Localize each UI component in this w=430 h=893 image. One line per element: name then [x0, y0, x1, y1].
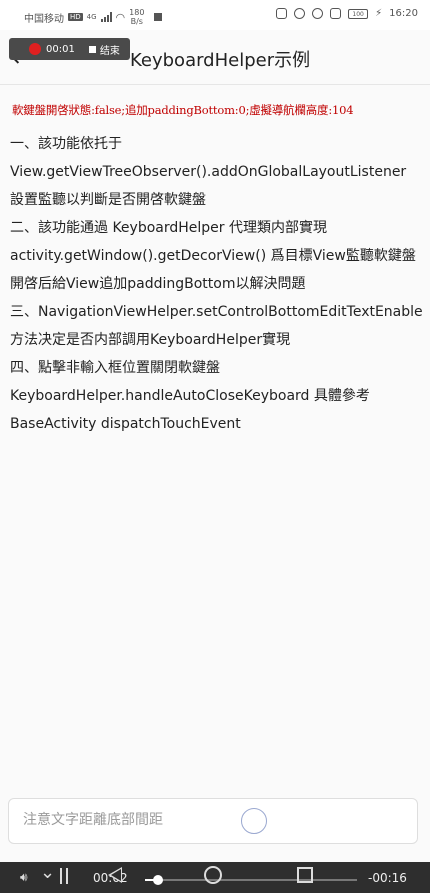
mute-icon: [330, 8, 342, 19]
keyboard-status-text: 軟鍵盤開啓狀態:false;追加paddingBottom:0;虛擬導航欄高度:…: [12, 103, 354, 117]
record-dot-icon: [29, 43, 41, 55]
description-line: 二、該功能通過 KeyboardHelper 代理類内部實現 activity.…: [10, 220, 416, 292]
signal-icon: [100, 12, 112, 22]
carrier-label: 中国移动: [24, 13, 64, 25]
navigation-bar: 🔊︎ ⌄ 00:02 -00:16: [0, 862, 430, 893]
back-nav-icon[interactable]: [108, 867, 122, 883]
status-bar: 中国移动 HD 4G ◠ 180 B/s 100 ⚡ 16:20: [0, 0, 430, 30]
nfc-icon: [276, 8, 288, 19]
charging-icon: ⚡: [375, 8, 383, 19]
volume-icon[interactable]: 🔊︎: [20, 870, 28, 885]
description-line: View.getViewTreeObserver().addOnGlobalLa…: [10, 164, 407, 208]
speed-unit: B/s: [130, 17, 143, 26]
alarm-icon: [312, 8, 324, 19]
page-title: KeyboardHelper示例: [130, 50, 311, 71]
hd-badge: HD: [68, 13, 83, 21]
recorder-elapsed: 00:01: [46, 43, 75, 55]
wifi-icon: ◠: [115, 10, 126, 24]
clock-label: 16:20: [389, 8, 418, 19]
recents-icon[interactable]: [297, 867, 313, 883]
progress-knob[interactable]: [152, 875, 163, 885]
description-line: KeyboardHelper.handleAutoCloseKeyboard 具…: [10, 388, 370, 432]
pause-icon[interactable]: [60, 868, 68, 884]
notification-icon: [154, 13, 163, 21]
bottom-edit-text[interactable]: [21, 811, 325, 829]
vibrate-icon: [294, 8, 306, 19]
remaining-time: -00:16: [368, 871, 407, 885]
screen-recorder-overlay[interactable]: 00:01 结束: [9, 38, 130, 60]
network-speed: 180 B/s: [129, 8, 144, 26]
description-line: 三、NavigationViewHelper.setControlBottomE…: [10, 304, 423, 348]
toolbar: ← 00:01 结束 KeyboardHelper示例: [0, 30, 430, 85]
description-line: 四、點擊非輸入框位置關閉軟鍵盤: [10, 360, 220, 376]
speed-value: 180: [129, 8, 145, 17]
status-left: 中国移动 HD 4G ◠ 180 B/s: [24, 8, 163, 26]
recorder-end-button[interactable]: 结束: [100, 42, 120, 57]
status-right: 100 ⚡ 16:20: [276, 8, 418, 19]
stop-icon: [88, 45, 96, 53]
touch-indicator-icon: [241, 808, 267, 834]
bottom-input-container: [8, 798, 418, 844]
description-block: 一、該功能依托于 View.getViewTreeObserver().addO…: [10, 130, 424, 438]
network-label: 4G: [86, 13, 97, 21]
home-icon[interactable]: [204, 866, 222, 884]
chevron-down-icon[interactable]: ⌄: [40, 862, 55, 883]
description-line: 一、該功能依托于: [10, 136, 122, 152]
battery-icon: 100: [348, 8, 369, 19]
progress-track[interactable]: [145, 875, 357, 885]
